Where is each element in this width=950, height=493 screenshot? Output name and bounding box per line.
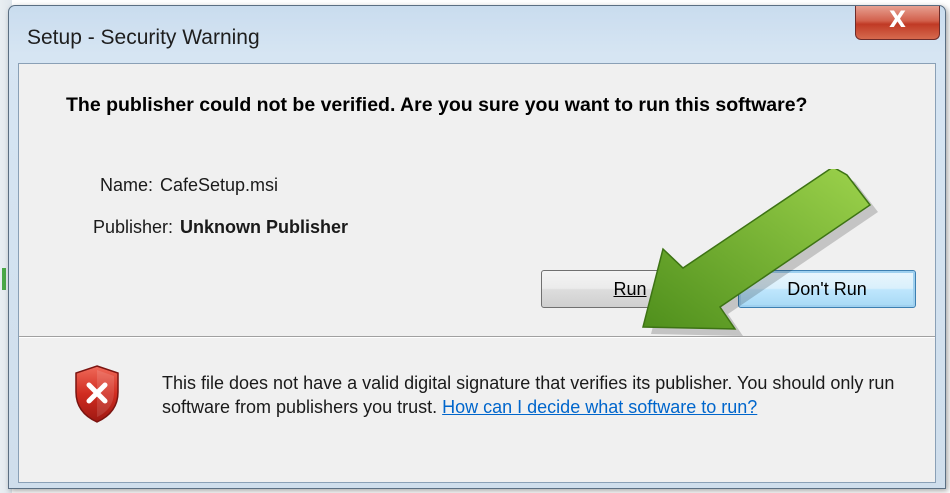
green-arrow-annotation bbox=[642, 169, 878, 336]
publisher-value: Unknown Publisher bbox=[180, 217, 349, 237]
shield-error-icon bbox=[75, 365, 119, 423]
security-warning-window: Setup - Security Warning X The publisher… bbox=[8, 5, 946, 489]
background-accent bbox=[2, 268, 6, 290]
warning-headline: The publisher could not be verified. Are… bbox=[66, 94, 808, 116]
name-value: CafeSetup.msi bbox=[160, 175, 279, 195]
dialog-content: The publisher could not be verified. Are… bbox=[18, 63, 936, 483]
window-title: Setup - Security Warning bbox=[27, 26, 260, 49]
publisher-label: Publisher: bbox=[92, 217, 173, 237]
help-link[interactable]: How can I decide what software to run? bbox=[442, 397, 757, 417]
signature-warning: This file does not have a valid digital … bbox=[162, 371, 902, 419]
close-icon: X bbox=[889, 8, 906, 33]
name-label: Name: bbox=[99, 175, 153, 195]
close-button[interactable]: X bbox=[855, 6, 940, 40]
